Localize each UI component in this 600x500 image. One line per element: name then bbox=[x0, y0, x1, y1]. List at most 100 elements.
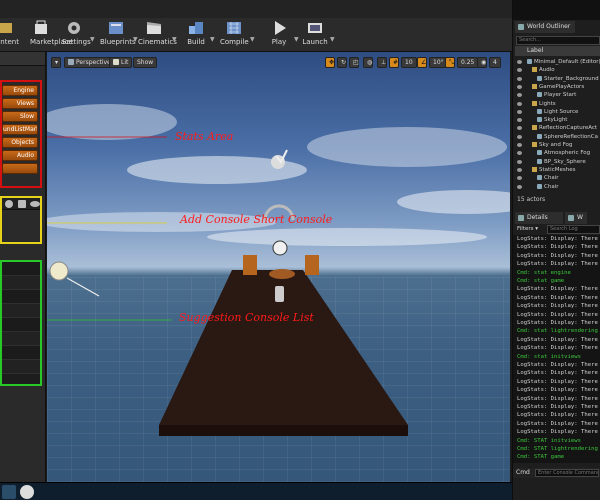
outliner-row[interactable]: StaticMeshes bbox=[513, 166, 600, 174]
visibility-eye-icon[interactable] bbox=[517, 60, 522, 64]
visibility-eye-icon[interactable] bbox=[517, 109, 522, 114]
visibility-eye-icon[interactable] bbox=[517, 126, 522, 131]
stat-engine-button[interactable]: Engine bbox=[2, 85, 38, 96]
list-item[interactable] bbox=[2, 346, 40, 360]
outliner-row[interactable]: Lights bbox=[513, 100, 600, 108]
content-button[interactable]: ontent bbox=[0, 20, 19, 52]
list-item[interactable] bbox=[2, 332, 40, 346]
log-line: LogStats: Display: There bbox=[517, 370, 598, 377]
stat-extra-button[interactable] bbox=[2, 163, 38, 174]
outliner-row[interactable]: SphereReflectionCa bbox=[513, 133, 600, 141]
console-annotation: Add Console Short Console bbox=[180, 213, 333, 226]
outliner-row[interactable]: Atmospheric Fog bbox=[513, 149, 600, 157]
tab-world-settings[interactable]: W bbox=[565, 212, 587, 224]
visibility-eye-icon[interactable] bbox=[517, 167, 522, 172]
cinematics-dropdown-icon[interactable]: ▼ bbox=[172, 36, 177, 43]
stat-views-button[interactable]: Views bbox=[2, 98, 38, 109]
play-dropdown-icon[interactable]: ▼ bbox=[294, 36, 299, 43]
cmd-label[interactable]: Cmd bbox=[516, 468, 530, 478]
visibility-eye-icon[interactable] bbox=[517, 134, 522, 139]
tab-details[interactable]: Details bbox=[515, 212, 563, 224]
visibility-eye-icon[interactable] bbox=[517, 143, 522, 147]
folder-icon bbox=[532, 100, 537, 106]
settings-icon[interactable] bbox=[5, 200, 13, 208]
outliner-row[interactable]: SkyLight bbox=[513, 116, 600, 124]
outliner-row[interactable]: Audio bbox=[513, 66, 600, 74]
unreal-logo-icon[interactable] bbox=[20, 485, 34, 499]
list-item[interactable] bbox=[2, 318, 40, 332]
outliner-row[interactable]: GamePlayActors bbox=[513, 83, 600, 91]
launch-button[interactable]: Launch bbox=[302, 20, 328, 52]
visibility-eye-icon[interactable] bbox=[517, 76, 522, 81]
visibility-eye-icon[interactable] bbox=[517, 184, 522, 189]
visibility-eye-icon[interactable] bbox=[517, 93, 522, 98]
outliner-row[interactable]: Sky and Fog bbox=[513, 141, 600, 149]
log-search-input[interactable]: Search Log bbox=[547, 225, 600, 234]
build-dropdown-icon[interactable]: ▼ bbox=[210, 36, 215, 43]
log-line: LogStats: Display: There bbox=[517, 261, 598, 268]
settings-dropdown-icon[interactable]: ▼ bbox=[90, 36, 95, 43]
outliner-row-label: Chair bbox=[544, 183, 559, 190]
visibility-eye-icon[interactable] bbox=[517, 118, 522, 123]
content-icon bbox=[0, 23, 12, 33]
outliner-row[interactable]: Minimal_Default (Editor) bbox=[513, 58, 600, 66]
outliner-row[interactable]: Chair bbox=[513, 183, 600, 191]
eye-icon[interactable] bbox=[30, 201, 40, 207]
visibility-eye-icon[interactable] bbox=[517, 159, 522, 164]
stat-soundlistmark-button[interactable]: undListMark bbox=[2, 124, 38, 135]
grid-icon[interactable] bbox=[18, 200, 26, 208]
list-item[interactable] bbox=[2, 262, 40, 276]
settings-button[interactable]: Settings bbox=[62, 20, 91, 52]
outliner-search-input[interactable]: Search... bbox=[516, 36, 600, 45]
compile-dropdown-icon[interactable]: ▼ bbox=[250, 36, 255, 43]
list-item[interactable] bbox=[2, 360, 40, 374]
log-line: LogStats: Display: There bbox=[517, 362, 598, 368]
console-command-input[interactable]: Enter Console Command bbox=[535, 469, 599, 477]
stat-slow-button[interactable]: Slow bbox=[2, 111, 38, 122]
visibility-eye-icon[interactable] bbox=[517, 68, 522, 73]
main-toolbar: ontent Marketplace Settings ▼ Blueprints… bbox=[0, 0, 512, 52]
player-start-icon[interactable] bbox=[275, 286, 284, 302]
taskbar bbox=[0, 482, 512, 500]
outliner-row[interactable]: Chair bbox=[513, 174, 600, 182]
visibility-eye-icon[interactable] bbox=[517, 84, 522, 89]
visibility-eye-icon[interactable] bbox=[517, 176, 522, 181]
table[interactable] bbox=[269, 269, 295, 279]
outliner-label-header[interactable]: Label bbox=[515, 46, 600, 56]
outliner-row[interactable]: ReflectionCaptureAct bbox=[513, 124, 600, 132]
compile-button[interactable]: Compile bbox=[220, 20, 249, 52]
launch-dropdown-icon[interactable]: ▼ bbox=[330, 36, 335, 43]
cinematics-button[interactable]: Cinematics bbox=[138, 20, 177, 52]
actor-icon bbox=[537, 158, 542, 164]
editor-taskbar-icon[interactable] bbox=[2, 485, 16, 499]
log-filters-button[interactable]: Filters ▾ bbox=[517, 226, 538, 232]
blueprints-button[interactable]: Blueprints bbox=[100, 20, 136, 52]
build-button[interactable]: Build bbox=[184, 20, 208, 52]
play-button[interactable]: Play bbox=[266, 20, 292, 52]
outliner-row[interactable]: Starter_Background bbox=[513, 75, 600, 83]
visibility-eye-icon[interactable] bbox=[517, 151, 522, 156]
blueprints-dropdown-icon[interactable]: ▼ bbox=[133, 36, 138, 43]
outliner-row[interactable]: BP_Sky_Sphere bbox=[513, 158, 600, 166]
list-item[interactable] bbox=[2, 304, 40, 318]
visibility-eye-icon[interactable] bbox=[517, 101, 522, 106]
tab-world-outliner[interactable]: World Outliner bbox=[515, 21, 575, 33]
outliner-row-label: ReflectionCaptureAct bbox=[539, 125, 598, 132]
outliner-row[interactable]: Player Start bbox=[513, 91, 600, 99]
chair-left[interactable] bbox=[243, 255, 257, 275]
list-item[interactable] bbox=[2, 276, 40, 290]
level-viewport[interactable]: ▾ Perspective Lit Show ✥ ↻ ◰ ◍ ⊥ # 10 ∠ … bbox=[47, 52, 510, 482]
list-item[interactable] bbox=[2, 290, 40, 304]
stat-audio-button[interactable]: Audio bbox=[2, 150, 38, 161]
folder-icon bbox=[532, 125, 537, 131]
sky-sphere-icon[interactable] bbox=[272, 240, 288, 256]
outliner-row[interactable]: Light Source bbox=[513, 108, 600, 116]
stat-objects-button[interactable]: Objects bbox=[2, 137, 38, 148]
outliner-row-label: Minimal_Default (Editor) bbox=[534, 59, 600, 65]
outliner-row-label: GamePlayActors bbox=[539, 83, 585, 90]
marketplace-button[interactable]: Marketplace bbox=[30, 20, 73, 52]
log-line: LogStats: Display: There bbox=[517, 395, 598, 402]
directional-light-icon[interactable] bbox=[49, 261, 69, 281]
outliner-row-label: Starter_Background bbox=[544, 75, 599, 82]
chair-right[interactable] bbox=[305, 255, 319, 275]
